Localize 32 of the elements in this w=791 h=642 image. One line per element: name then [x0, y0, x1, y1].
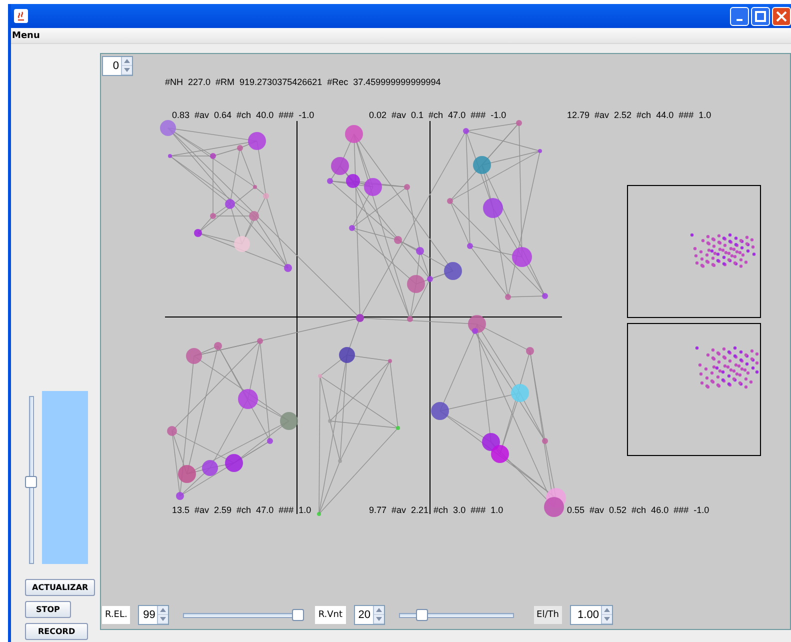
spinner-down-button[interactable] — [602, 614, 612, 624]
spinner-value: 1.00 — [576, 608, 600, 623]
field-label: R.EL. — [102, 606, 130, 624]
summary-text: #NH 227.0 #RM 919.2730375426621 #Rec 37.459999999999994 — [165, 77, 441, 87]
node-stats-label: 0.55 #av 0.52 #ch 46.0 ### -1.0 — [567, 505, 710, 515]
spinner-up-button[interactable] — [122, 57, 132, 66]
minimize-button[interactable] — [730, 6, 749, 26]
spinner-value: 99 — [142, 608, 156, 623]
spinner-down-button[interactable] — [122, 66, 132, 75]
node-stats-label: 13.5 #av 2.59 #ch 47.0 ### 1.0 — [172, 505, 312, 515]
close-icon — [776, 10, 787, 22]
field-label: R.Vnt — [315, 606, 346, 624]
node-stats-label: 12.79 #av 2.52 #ch 44.0 ### 1.0 — [567, 110, 712, 120]
minimize-icon — [736, 19, 743, 21]
stop-button[interactable]: STOP — [25, 601, 71, 618]
node-stats-label: 0.83 #av 0.64 #ch 40.0 ### -1.0 — [172, 110, 314, 120]
node-stats-label: 9.77 #av 2.21 #ch 3.0 ### 1.0 — [369, 505, 504, 515]
spinner-down-button[interactable] — [374, 614, 384, 624]
close-button[interactable] — [772, 6, 791, 26]
menu-item[interactable]: Menu — [12, 30, 40, 40]
node-stats-label: 0.02 #av 0.1 #ch 47.0 ### -1.0 — [369, 110, 506, 120]
maximize-icon — [755, 10, 766, 22]
spinner-value: 0 — [112, 59, 120, 74]
spinner-value: 20 — [357, 608, 372, 623]
maximize-button[interactable] — [751, 6, 770, 26]
record-button[interactable]: RECORD — [25, 623, 88, 640]
update-button[interactable]: ACTUALIZAR — [25, 579, 96, 596]
field-label: El/Th — [534, 606, 562, 624]
slider-thumb[interactable] — [25, 476, 37, 488]
app-icon — [14, 9, 28, 23]
slider-thumb[interactable] — [292, 608, 304, 621]
slider-thumb[interactable] — [416, 608, 428, 621]
